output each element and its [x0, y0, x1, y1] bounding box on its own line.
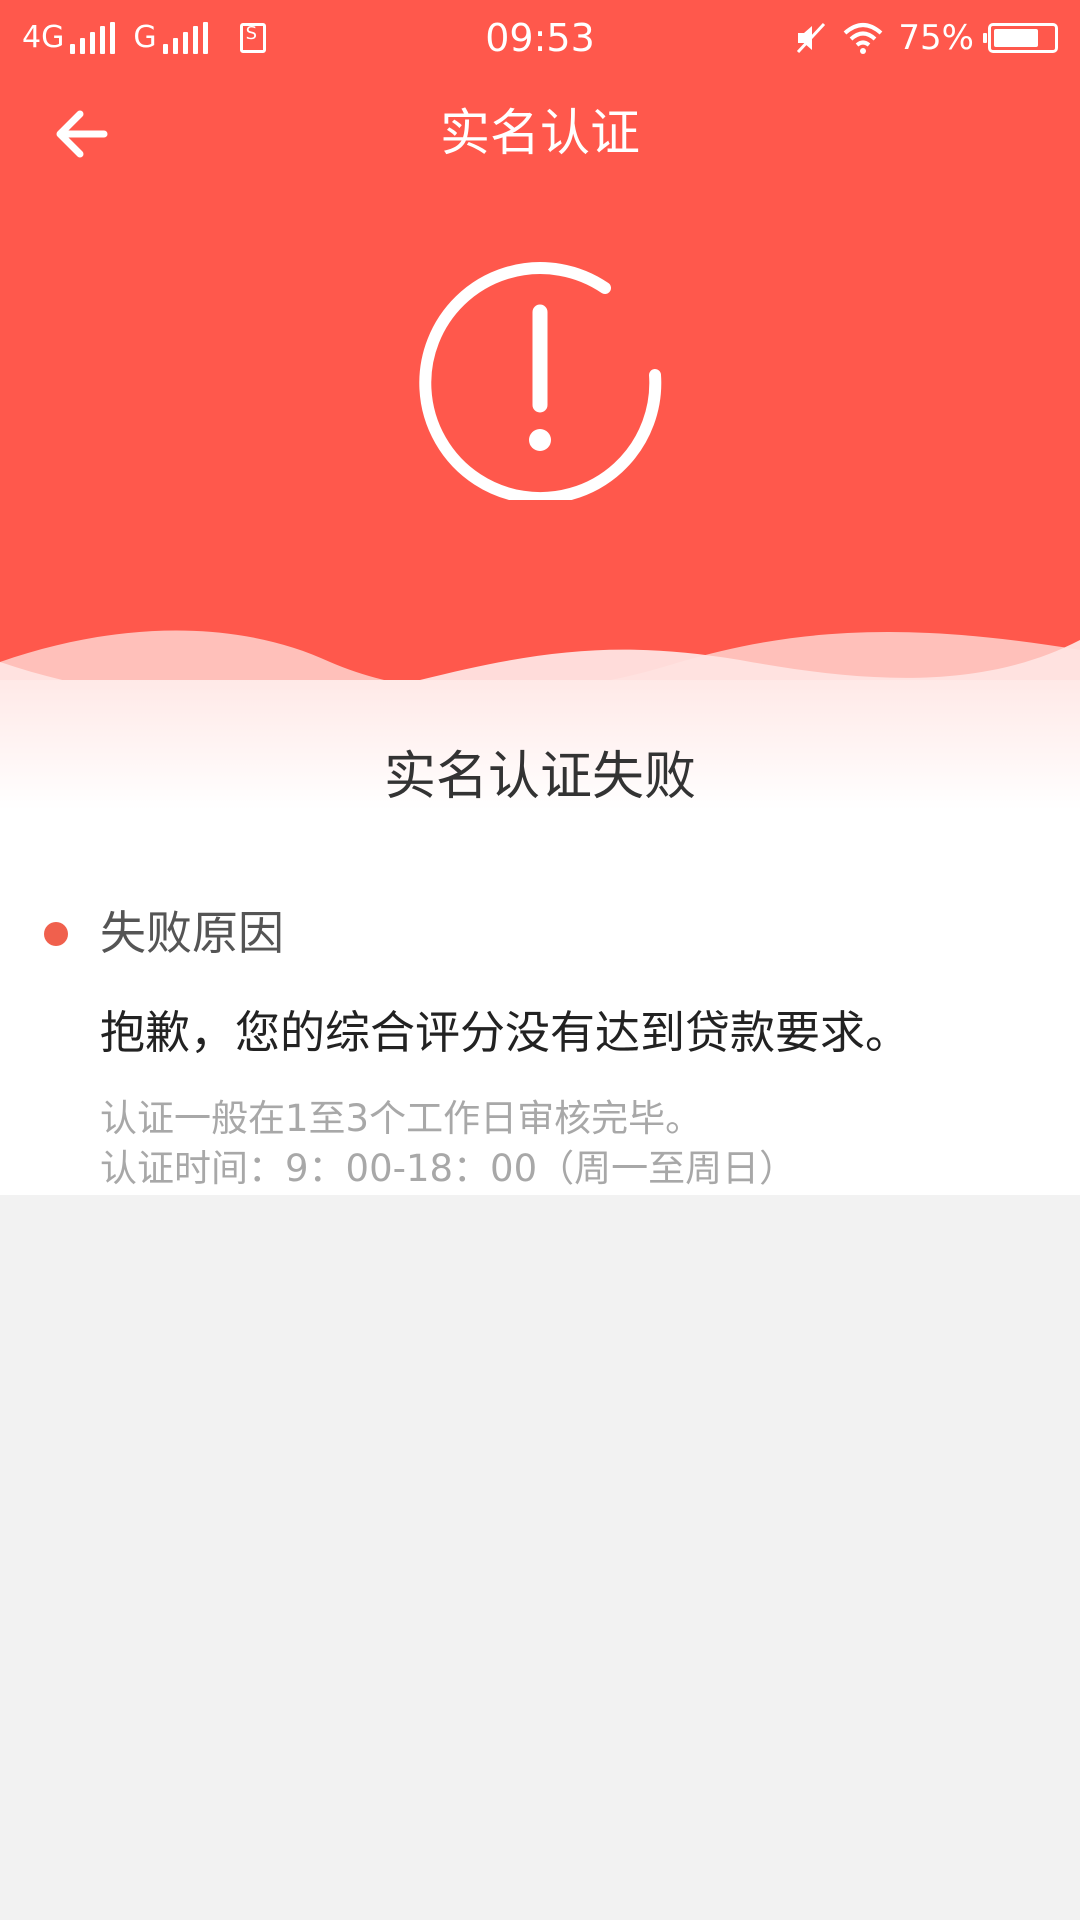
- exclamation-circle-icon: [419, 262, 662, 500]
- battery-percent: 75%: [898, 18, 974, 58]
- battery-icon: [983, 23, 1058, 53]
- review-period-note: 认证一般在1至3个工作日审核完毕。: [100, 1097, 703, 1140]
- nav-bar: 实名认证: [0, 80, 1080, 180]
- reason-label: 失败原因: [100, 906, 284, 960]
- result-title: 实名认证失败: [383, 747, 696, 807]
- review-hours-note: 认证时间：9：00-18：00（周一至周日）: [100, 1147, 797, 1190]
- mute-icon: [797, 22, 826, 54]
- page-title: 实名认证: [440, 104, 640, 162]
- battery-fill: [994, 29, 1038, 47]
- bullet-dot: [44, 922, 68, 946]
- reason-text: 抱歉，您的综合评分没有达到贷款要求。: [100, 1006, 911, 1059]
- wave-decoration: [0, 630, 1080, 680]
- wifi-icon: [844, 23, 883, 54]
- status-bar: 4G G 09:53 75%: [0, 0, 1080, 76]
